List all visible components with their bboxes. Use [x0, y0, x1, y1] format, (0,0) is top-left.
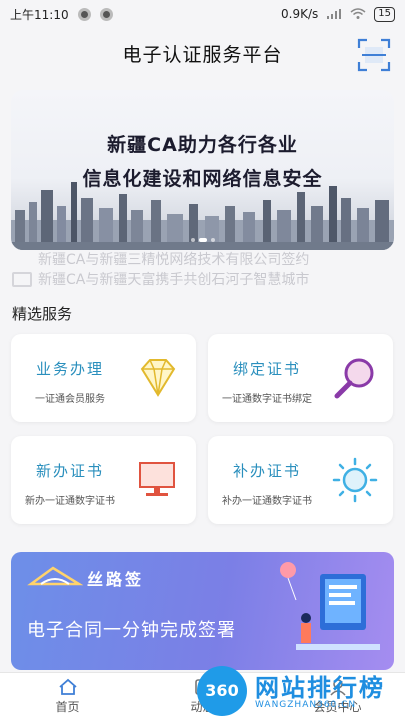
scan-icon[interactable] [357, 38, 391, 72]
section-title: 精选服务 [12, 305, 73, 323]
status-time: 上午11:10 [10, 7, 69, 22]
app-header: 电子认证服务平台 [0, 30, 405, 80]
tab-home[interactable]: 首页 [0, 673, 135, 720]
signal-icon [327, 9, 342, 19]
monitor-icon [139, 462, 175, 496]
service-desc: 补办一证通数字证书 [222, 496, 312, 507]
carousel-dot [190, 238, 195, 242]
carousel-dot [210, 238, 215, 242]
promo-banner[interactable]: 丝路签 电子合同一分钟完成签署 [11, 552, 394, 670]
service-card-new-cert[interactable]: 新办证书 新办一证通数字证书 [11, 436, 196, 524]
promo-tagline: 电子合同一分钟完成签署 [27, 620, 236, 641]
news-ticker[interactable]: 新疆CA与新疆三精悦网络技术有限公司签约 新疆CA与新疆天富携手共创石河子智慧城… [38, 250, 378, 290]
battery-icon: 15 [374, 6, 395, 22]
carousel-dot-active [198, 238, 207, 242]
news-item[interactable]: 新疆CA与新疆天富携手共创石河子智慧城市 [38, 270, 378, 290]
service-name: 新办证书 [35, 462, 104, 480]
banner-carousel[interactable]: 新疆CA助力各行各业 信息化建设和网络信息安全 [11, 90, 394, 250]
network-speed: 0.9K/s [281, 7, 319, 21]
carousel-indicator [190, 238, 215, 242]
watermark: 360 网站排行榜 WANGZHAN360.CN [197, 666, 397, 716]
tab-label: 首页 [55, 700, 80, 714]
watermark-title: 网站排行榜 [255, 674, 385, 702]
home-icon [58, 678, 77, 695]
service-desc: 新办一证通数字证书 [25, 496, 115, 507]
sun-icon [332, 457, 378, 503]
wifi-icon [350, 8, 366, 19]
service-card-reissue-cert[interactable]: 补办证书 补办一证通数字证书 [208, 436, 393, 524]
diamond-icon [140, 359, 176, 397]
news-item[interactable]: 新疆CA与新疆三精悦网络技术有限公司签约 [38, 250, 378, 270]
page-title: 电子认证服务平台 [122, 44, 283, 66]
service-name: 业务办理 [35, 360, 104, 378]
service-name: 补办证书 [232, 462, 301, 480]
status-bar: 上午11:10 0.9K/s 15 [0, 0, 405, 28]
service-desc: 一证通数字证书绑定 [222, 394, 312, 405]
service-card-bind-cert[interactable]: 绑定证书 一证通数字证书绑定 [208, 334, 393, 422]
notification-icon [77, 7, 91, 21]
silk-road-logo-icon [27, 566, 83, 586]
contract-illustration-icon [280, 562, 380, 650]
news-icon [12, 272, 32, 287]
promo-brand: 丝路签 [87, 570, 145, 589]
service-name: 绑定证书 [232, 360, 301, 378]
service-desc: 一证通会员服务 [35, 394, 105, 405]
magnifier-icon [334, 358, 374, 399]
watermark-url: WANGZHAN360.CN [255, 700, 357, 710]
banner-headline: 新疆CA助力各行各业 [107, 134, 298, 156]
watermark-logo: 360 [197, 666, 247, 716]
service-card-business[interactable]: 业务办理 一证通会员服务 [11, 334, 196, 422]
notification-icon [99, 7, 113, 21]
